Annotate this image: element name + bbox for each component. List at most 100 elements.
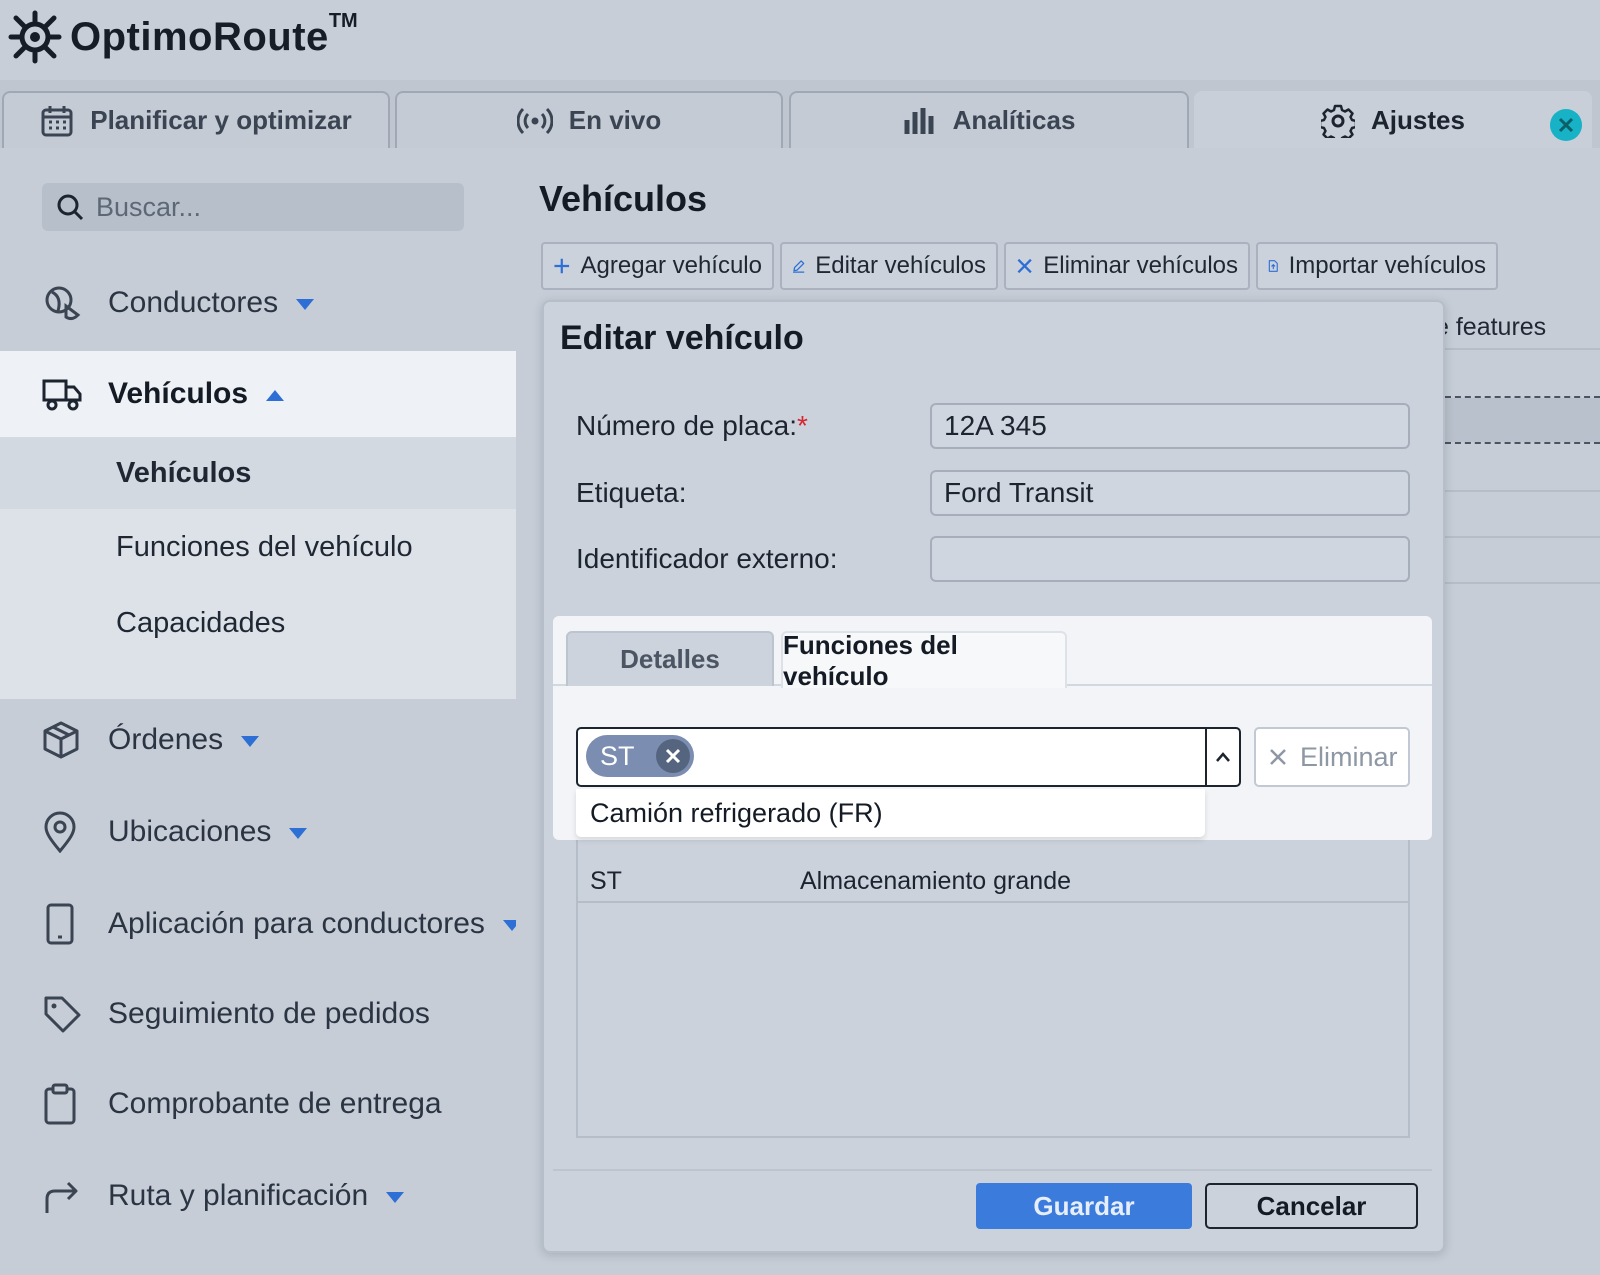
sidebar-item-ordenes[interactable]: Órdenes <box>0 710 516 770</box>
calendar-icon <box>41 105 73 136</box>
pencil-icon <box>793 260 805 273</box>
upload-file-icon <box>1268 260 1278 272</box>
vehiculos-section: Vehículos Vehículos Funciones del vehícu… <box>0 351 516 699</box>
import-vehicles-button[interactable]: Importar vehículos <box>1256 242 1498 290</box>
highlighted-row <box>1445 398 1600 442</box>
tab-label: En vivo <box>568 105 662 135</box>
features-table <box>576 800 1410 1138</box>
selected-feature-chip[interactable]: ST <box>586 735 694 777</box>
save-button[interactable]: Guardar <box>976 1183 1192 1229</box>
settings-sidebar: Buscar... Conductores Vehículos Vehículo… <box>0 148 521 1275</box>
sidebar-item-label: Vehículos <box>108 377 285 411</box>
sidebar-item-aplicacion[interactable]: Aplicación para conductores <box>0 894 521 954</box>
sidebar-item-label: Comprobante de entrega <box>108 1087 442 1120</box>
sidebar-item-label: Seguimiento de pedidos <box>108 997 430 1030</box>
location-pin-icon <box>44 811 76 853</box>
sidebar-item-label: Ruta y planificación <box>108 1179 405 1213</box>
divider <box>1445 582 1600 584</box>
search-placeholder: Buscar... <box>96 191 202 222</box>
dropdown-option[interactable]: Camión refrigerado (FR) <box>576 789 1205 837</box>
tag-icon <box>44 996 81 1033</box>
chevron-down-icon <box>386 1191 405 1203</box>
button-label: Eliminar vehículos <box>1043 252 1238 279</box>
plate-field[interactable]: 12A 345 <box>930 403 1410 449</box>
driver-icon <box>45 286 81 321</box>
tab-detalles[interactable]: Detalles <box>566 631 774 686</box>
close-icon <box>665 748 681 764</box>
chevron-up-icon <box>1216 752 1230 762</box>
dialog-title: Editar vehículo <box>560 319 804 357</box>
bar-chart-icon <box>904 107 934 134</box>
chevron-up-icon <box>266 389 285 401</box>
search-input[interactable]: Buscar... <box>42 183 464 231</box>
sidebar-item-ubicaciones[interactable]: Ubicaciones <box>0 802 516 862</box>
edit-vehicles-button[interactable]: Editar vehículos <box>780 242 998 290</box>
tab-analiticas[interactable]: Analíticas <box>789 91 1189 148</box>
main-tabbar: Planificar y optimizar En vivo Analítica… <box>0 80 1600 148</box>
external-id-label: Identificador externo: <box>576 543 838 574</box>
tab-label: Analíticas <box>952 105 1076 135</box>
button-label: Editar vehículos <box>815 252 986 279</box>
tab-label: Planificar y optimizar <box>90 105 352 135</box>
package-icon <box>43 721 79 759</box>
tab-planificar[interactable]: Planificar y optimizar <box>2 91 390 148</box>
table-row[interactable]: ST Almacenamiento grande <box>576 857 1410 903</box>
plate-label: Número de placa:* <box>576 410 808 441</box>
tab-label: Ajustes <box>1371 105 1465 135</box>
broadcast-icon <box>516 107 553 134</box>
multiselect-toggle[interactable] <box>1205 729 1239 785</box>
tab-en-vivo[interactable]: En vivo <box>395 91 783 148</box>
search-icon <box>57 194 84 221</box>
table-cell-code: ST <box>590 867 622 895</box>
button-label: Agregar vehículo <box>580 252 762 279</box>
dialog-footer-divider <box>553 1169 1432 1171</box>
tag-field[interactable]: Ford Transit <box>930 470 1410 516</box>
gear-icon <box>1321 104 1356 138</box>
route-arrow-icon <box>45 1181 78 1213</box>
close-icon <box>1558 117 1574 133</box>
sidebar-item-comprobante[interactable]: Comprobante de entrega <box>0 1074 516 1134</box>
delete-vehicles-button[interactable]: Eliminar vehículos <box>1004 242 1250 290</box>
divider <box>1445 490 1600 492</box>
plus-icon <box>554 258 570 274</box>
close-icon <box>1017 258 1032 274</box>
tab-ajustes[interactable]: Ajustes <box>1194 91 1592 148</box>
button-label: Eliminar <box>1300 741 1398 772</box>
external-id-field[interactable] <box>930 536 1410 582</box>
sidebar-item-vehiculos[interactable]: Vehículos <box>0 351 516 437</box>
chevron-down-icon <box>296 298 315 310</box>
tag-label: Etiqueta: <box>576 477 687 508</box>
app-name: OptimoRoute <box>70 14 329 59</box>
remove-chip-button[interactable] <box>656 739 690 773</box>
close-icon <box>1270 749 1286 765</box>
sidebar-item-ruta[interactable]: Ruta y planificación <box>0 1166 516 1226</box>
dashed-divider <box>1445 442 1600 444</box>
sidebar-subitem-capacidades[interactable]: Capacidades <box>0 587 516 659</box>
chevron-down-icon <box>241 735 260 747</box>
divider <box>1445 536 1600 538</box>
optimoroute-logo-icon <box>8 10 62 64</box>
mobile-icon <box>46 903 74 945</box>
divider <box>1445 348 1600 350</box>
button-label: Importar vehículos <box>1288 252 1486 279</box>
table-cell-name: Almacenamiento grande <box>800 867 1071 895</box>
chip-label: ST <box>600 740 635 771</box>
cancel-button[interactable]: Cancelar <box>1205 1183 1418 1229</box>
app-logo[interactable]: OptimoRoute TM <box>8 10 358 64</box>
sidebar-item-label: Aplicación para conductores <box>108 907 521 941</box>
sidebar-subitem-funciones[interactable]: Funciones del vehículo <box>0 511 516 583</box>
truck-icon <box>42 379 82 411</box>
sidebar-subitem-vehiculos[interactable]: Vehículos <box>0 437 516 509</box>
sidebar-item-seguimiento[interactable]: Seguimiento de pedidos <box>0 984 516 1044</box>
tab-funciones-vehiculo[interactable]: Funciones del vehículo <box>781 630 1067 691</box>
close-tab-button[interactable] <box>1550 109 1582 141</box>
sidebar-item-label: Órdenes <box>108 723 260 757</box>
background-column-header: e features <box>1435 313 1547 341</box>
page-title: Vehículos <box>539 178 708 219</box>
sidebar-item-label: Ubicaciones <box>108 815 308 849</box>
remove-button[interactable]: Eliminar <box>1254 727 1410 787</box>
add-vehicle-button[interactable]: Agregar vehículo <box>541 242 774 290</box>
features-multiselect[interactable]: ST <box>576 727 1241 787</box>
sidebar-item-conductores[interactable]: Conductores <box>0 273 516 333</box>
clipboard-icon <box>44 1083 76 1125</box>
